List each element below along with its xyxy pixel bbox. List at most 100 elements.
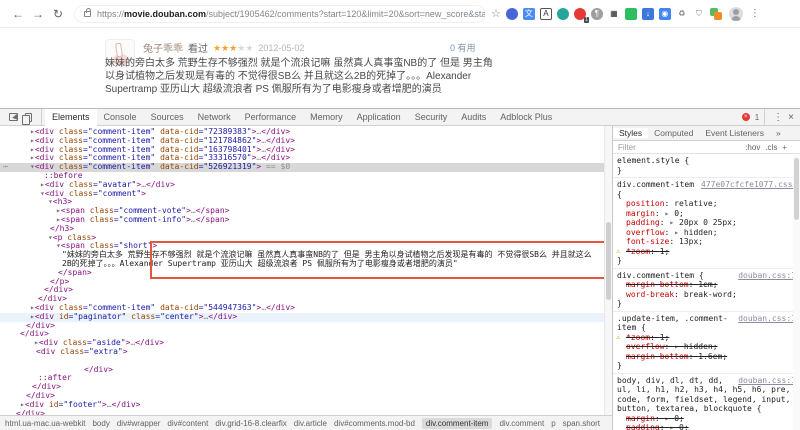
styles-tab-computed[interactable]: Computed xyxy=(648,128,699,138)
dom-tree-row[interactable]: </span> xyxy=(0,268,612,278)
download-extension-icon[interactable]: ↓ xyxy=(641,7,654,20)
breadcrumb-item[interactable]: div#content xyxy=(167,419,208,428)
breadcrumb-item[interactable]: p xyxy=(551,419,555,428)
styles-tab-»[interactable]: » xyxy=(770,128,787,138)
bookmark-star-icon[interactable]: ☆ xyxy=(491,7,501,20)
teal-circle-extension-icon[interactable] xyxy=(556,7,569,20)
breadcrumb-item[interactable]: div.article xyxy=(294,419,327,428)
dom-tree-row[interactable]: </div> xyxy=(0,409,612,415)
devtools-menu-icon[interactable]: ⋮ xyxy=(773,112,783,123)
dom-tree-row[interactable]: </div> xyxy=(0,285,612,295)
url-path: /subject/1905462/comments?start=120&limi… xyxy=(206,8,486,19)
devtools-tab-elements[interactable]: Elements xyxy=(45,108,97,126)
row-actions-icon[interactable]: ⋯ xyxy=(3,162,8,172)
useful-votes[interactable]: 0 有用 xyxy=(450,41,476,54)
shield-extension-icon[interactable]: ⛉ xyxy=(692,7,705,20)
devtools-close-icon[interactable]: × xyxy=(788,112,794,123)
stylesheet-link[interactable]: douban.css:1 xyxy=(738,271,796,281)
css-property[interactable]: margin-bottom: 1em; xyxy=(617,280,796,290)
class-toggle[interactable]: .cls xyxy=(765,143,777,152)
new-rule-button[interactable]: + xyxy=(782,143,787,152)
dom-tree-row[interactable]: ::after xyxy=(0,373,612,383)
breadcrumb-item[interactable]: html.ua-mac.ua-webkit xyxy=(5,419,85,428)
style-rule[interactable]: douban.css:1 div.comment-item {margin-bot… xyxy=(613,269,800,312)
dom-tree-row[interactable]: ▸<span class="comment-info">…</span> xyxy=(0,215,612,225)
filter-input[interactable]: Filter xyxy=(618,143,636,152)
devtools-tab-performance[interactable]: Performance xyxy=(238,109,304,126)
dom-tree-row[interactable]: </div> xyxy=(0,321,612,331)
css-property[interactable]: overflow: ▸ hidden; xyxy=(617,342,796,352)
chrome-menu-icon[interactable]: ⋮ xyxy=(750,8,760,19)
devtools-tab-memory[interactable]: Memory xyxy=(303,109,350,126)
pseudo-state-toggle[interactable]: :hov xyxy=(745,143,760,152)
css-property[interactable]: padding: ▸ 0; xyxy=(617,423,796,430)
translate-extension-icon[interactable]: 文 xyxy=(522,7,535,20)
css-property[interactable]: position: relative; xyxy=(617,199,796,209)
stylesheet-link[interactable]: 477e07cfcfe1077.css:5 xyxy=(701,180,796,190)
dom-tree-row[interactable]: ▾<div class="comment"> xyxy=(0,189,612,199)
devtools-tab-console[interactable]: Console xyxy=(97,109,144,126)
error-count: 1 xyxy=(754,112,760,122)
breadcrumb-item[interactable]: div.grid-16-8.clearfix xyxy=(215,419,286,428)
profile-avatar[interactable] xyxy=(728,6,743,21)
qr-code-extension-icon[interactable]: ▦ xyxy=(607,7,620,20)
css-property[interactable]: margin: ▸ 0; xyxy=(617,209,796,219)
devtools-tab-security[interactable]: Security xyxy=(408,109,455,126)
dom-tree-row[interactable]: <div class="extra"> xyxy=(0,347,612,357)
css-property[interactable]: margin: ▸ 0; xyxy=(617,414,796,424)
devtools-tab-network[interactable]: Network xyxy=(191,109,238,126)
css-property[interactable]: ⚠ *zoom: 1; xyxy=(616,247,796,257)
css-property[interactable]: word-break: break-word; xyxy=(617,290,796,300)
devtools-tab-sources[interactable]: Sources xyxy=(144,109,191,126)
style-rule[interactable]: 477e07cfcfe1077.css:5 div.comment-item {p… xyxy=(613,178,800,269)
letter-a-extension-icon[interactable]: A xyxy=(539,7,552,20)
css-property[interactable]: font-size: 13px; xyxy=(617,237,796,247)
dom-tree-row[interactable]: ⋯ ▾<div class="comment-item" data-cid="52… xyxy=(0,162,612,172)
css-property[interactable]: overflow: ▸ hidden; xyxy=(617,228,796,238)
dom-tree-row[interactable]: "妹妹的旁白太多 荒野生存不够强烈 就是个流浪记嘛 虽然真人真事蛮NB的了 但是… xyxy=(0,250,612,269)
evernote-extension-icon[interactable] xyxy=(624,7,637,20)
style-rule[interactable]: element.style {} xyxy=(613,154,800,178)
css-property[interactable]: margin-bottom: 1.6em; xyxy=(617,352,796,362)
dom-tree-row[interactable]: ▸<div id="paginator" class="center">…</d… xyxy=(0,312,612,322)
comment-author-link[interactable]: 兔子乖乖 xyxy=(143,40,183,55)
device-toolbar-icon[interactable] xyxy=(22,112,32,125)
styles-rules: element.style {} 477e07cfcfe1077.css:5 div… xyxy=(613,154,800,430)
grey-pin-extension-icon[interactable]: ¶ xyxy=(590,7,603,20)
styles-tab-event-listeners[interactable]: Event Listeners xyxy=(699,128,770,138)
breadcrumb-item[interactable]: span.short xyxy=(563,419,600,428)
forward-icon[interactable]: → xyxy=(28,7,48,21)
dom-tree-row[interactable]: </div> xyxy=(0,365,612,375)
styles-scrollbar[interactable] xyxy=(793,155,800,430)
stylesheet-link[interactable]: douban.css:1 xyxy=(738,376,796,386)
css-property[interactable]: ⚠ *zoom: 1; xyxy=(616,333,796,343)
error-icon[interactable]: × xyxy=(741,113,750,121)
styles-tab-styles[interactable]: Styles xyxy=(613,128,649,138)
css-property[interactable]: padding: ▸ 20px 0 25px; xyxy=(617,218,796,228)
devtools-tab-application[interactable]: Application xyxy=(350,109,408,126)
back-icon[interactable]: ← xyxy=(8,7,28,21)
red-circle-extension-icon[interactable]: 1 xyxy=(573,7,589,23)
breadcrumb-item[interactable]: div#comments.mod-bd xyxy=(334,419,415,428)
style-rule[interactable]: douban.css:1 body, div, dl, dt, dd, ul, l… xyxy=(613,374,800,430)
recycle-extension-icon[interactable]: ♻ xyxy=(675,7,688,20)
breadcrumb-item[interactable]: div#wrapper xyxy=(117,419,161,428)
breadcrumb-item[interactable]: div.comment xyxy=(499,419,544,428)
style-rule[interactable]: douban.css:1 .update-item, .comment-item … xyxy=(613,312,800,374)
stylesheet-link[interactable]: douban.css:1 xyxy=(738,314,796,324)
inspect-element-icon[interactable] xyxy=(9,113,18,121)
devtools-tab-audits[interactable]: Audits xyxy=(454,109,493,126)
devtools-tab-adblock-plus[interactable]: Adblock Plus xyxy=(493,109,559,126)
dom-tree-row[interactable]: ▸<div id="footer">…</div> xyxy=(0,400,612,410)
blue-circle-extension-icon[interactable] xyxy=(505,7,518,20)
elements-scrollbar[interactable] xyxy=(604,126,612,415)
breadcrumb-item[interactable]: body xyxy=(92,419,109,428)
reload-icon[interactable]: ↻ xyxy=(48,7,68,21)
camera-extension-icon[interactable]: ◉ xyxy=(658,7,671,20)
dom-tree-row[interactable]: </p> xyxy=(0,277,612,287)
sogou-extension-icon[interactable] xyxy=(709,7,722,20)
breadcrumb: html.ua-mac.ua-webkit body div#wrapper div#… xyxy=(0,415,612,430)
breadcrumb-item[interactable]: div.comment-item xyxy=(421,417,493,429)
dom-tree-row[interactable]: </div> xyxy=(0,382,612,392)
address-bar[interactable]: https://movie.douban.com/subject/1905462… xyxy=(74,4,486,23)
